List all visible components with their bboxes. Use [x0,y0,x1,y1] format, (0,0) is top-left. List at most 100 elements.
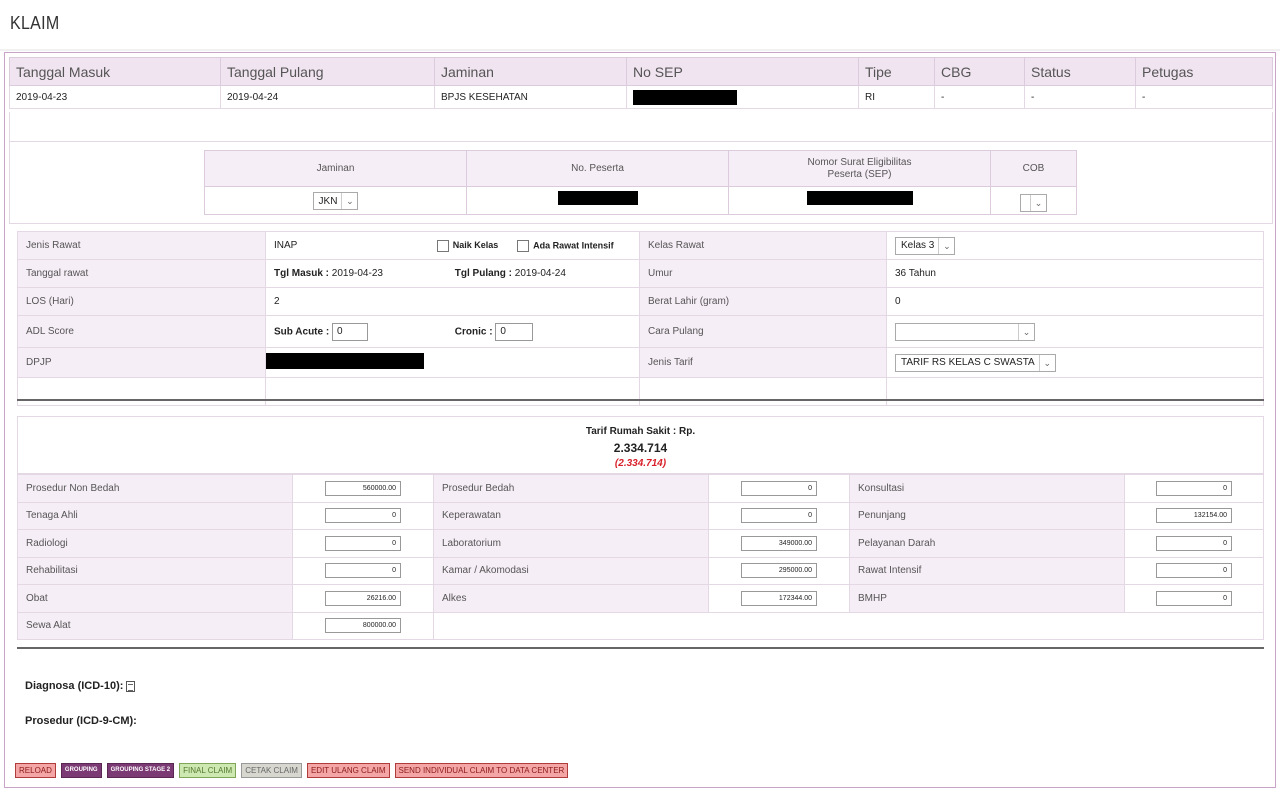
adl-score-cell: Sub Acute : 0 Cronic : 0 [265,315,640,348]
tarif-label: Rehabilitasi [17,556,293,585]
tarif-value-cell: 0 [1124,529,1264,558]
tgl-masuk-value: 2019-04-23 [331,268,383,279]
no-peserta-cell [466,186,729,215]
rawat-intensif-checkbox[interactable] [517,239,530,252]
final-claim-button[interactable]: FINAL CLAIM [179,763,237,778]
chevron-down-icon: ⌄ [1038,354,1055,371]
tarif-label: Laboratorium [433,529,709,558]
tarif-label: Rawat Intensif [849,556,1125,585]
tarif-row: Tenaga Ahli 0 Keperawatan 0 Penunjang 13… [17,501,1264,530]
reload-button[interactable]: RELOAD [15,763,56,778]
col-tipe: Tipe [858,57,935,86]
grouping-stage2-button[interactable]: GROUPING STAGE 2 [106,763,175,778]
prosedur-icd9-label: Prosedur (ICD-9-CM): [25,715,137,727]
tgl-pulang-label: Tgl Pulang : [454,268,512,279]
tarif-input[interactable]: 0 [741,508,817,524]
umur-value: 36 Tahun [886,259,1264,288]
tarif-input[interactable]: 26216.00 [325,590,401,606]
tarif-input[interactable]: 172344.00 [741,590,817,606]
tarif-input[interactable]: 295000.00 [741,563,817,579]
tarif-input[interactable]: 0 [325,535,401,551]
cob-select[interactable]: ⌄ [1020,193,1047,212]
berat-lahir-value: 0 [886,287,1264,316]
cob-cell: ⌄ [990,186,1077,215]
col-tanggal-pulang: Tanggal Pulang [220,57,435,86]
tarif-value-cell: 0 [708,474,850,503]
tarif-input[interactable]: 0 [325,563,401,579]
tarif-total: 2.334.714 [613,441,668,455]
tarif-value-cell: 0 [292,501,434,530]
tarif-value-cell: 0 [1124,584,1264,613]
tarif-value-cell: 0 [708,501,850,530]
cara-pulang-select[interactable]: ⌄ [895,322,1035,341]
redacted-dpjp [266,353,424,369]
jenis-tarif-cell: TARIF RS KELAS C SWASTA ⌄ [886,347,1264,378]
sep-cell [728,186,991,215]
tarif-input[interactable]: 800000.00 [325,618,401,634]
jenis-tarif-select[interactable]: TARIF RS KELAS C SWASTA ⌄ [895,353,1056,372]
col-tanggal-masuk: Tanggal Masuk [9,57,221,86]
cell-no-sep [626,85,859,109]
jaminan-table: Jaminan No. Peserta Nomor Surat Eligibil… [204,150,1077,215]
empty-cell [886,377,1264,406]
dpjp-cell [265,347,640,378]
sep-header: Nomor Surat Eligibilitas Peserta (SEP) [728,150,991,187]
tarif-input[interactable]: 560000.00 [325,480,401,496]
kelas-rawat-select[interactable]: Kelas 3 ⌄ [895,236,956,255]
jaminan-select[interactable]: JKN ⌄ [312,192,359,211]
tarif-value-cell: 0 [292,529,434,558]
tarif-value-cell: 132154.00 [1124,501,1264,530]
tarif-input[interactable]: 0 [1156,590,1232,606]
jenis-rawat-cell: INAP Naik Kelas Ada Rawat Intensif [265,231,640,260]
cetak-claim-button[interactable]: CETAK CLAIM [241,763,302,778]
sub-acute-input[interactable]: 0 [331,322,368,341]
naik-kelas-checkbox[interactable] [436,239,449,252]
cara-pulang-cell: ⌄ [886,315,1264,348]
divider [17,399,1264,401]
tarif-label: Prosedur Bedah [433,474,709,503]
tarif-input[interactable]: 0 [325,508,401,524]
berat-lahir-label: Berat Lahir (gram) [639,287,887,316]
jenis-tarif-value: TARIF RS KELAS C SWASTA [901,357,1035,368]
tarif-input[interactable]: 0 [1156,480,1232,496]
tarif-value-cell: 800000.00 [292,611,434,640]
document-icon[interactable] [126,680,136,692]
grouping-button[interactable]: GROUPING [60,763,102,778]
tarif-value-cell: 0 [1124,556,1264,585]
send-claim-button[interactable]: SEND INDIVIDUAL CLAIM TO DATA CENTER [394,763,569,778]
tarif-input[interactable]: 0 [741,480,817,496]
tarif-label: Prosedur Non Bedah [17,474,293,503]
empty-cell [639,377,887,406]
jaminan-select-value: JKN [318,195,338,207]
action-buttons: RELOAD GROUPING GROUPING STAGE 2 FINAL C… [15,763,569,778]
redacted-no-sep [633,89,737,105]
divider [17,647,1264,649]
jenis-rawat-value: INAP [274,239,298,251]
detail-table: Jenis Rawat INAP Naik Kelas Ada Rawat In… [17,231,1264,406]
jenis-rawat-label: Jenis Rawat [17,231,266,260]
chevron-down-icon: ⌄ [1018,323,1034,340]
tarif-input[interactable]: 0 [1156,535,1232,551]
chevron-down-icon: ⌄ [1030,194,1046,211]
empty-cell [17,377,266,406]
redacted-sep [806,191,913,205]
tarif-label: Alkes [433,584,709,613]
col-status: Status [1024,57,1136,86]
table-row: 2019-04-23 2019-04-24 BPJS KESEHATAN RI … [9,85,1273,109]
tarif-input[interactable]: 349000.00 [741,535,817,551]
tarif-label: Obat [17,584,293,613]
tarif-input[interactable]: 0 [1156,563,1232,579]
tarif-label: Keperawatan [433,501,709,530]
tarif-label: Kamar / Akomodasi [433,556,709,585]
empty-cell [433,611,1264,640]
tarif-label: Pelayanan Darah [849,529,1125,558]
umur-label: Umur [639,259,887,288]
tarif-label: Konsultasi [849,474,1125,503]
tarif-input[interactable]: 132154.00 [1156,508,1232,524]
tarif-row: Radiologi 0 Laboratorium 349000.00 Pelay… [17,529,1264,558]
edit-ulang-claim-button[interactable]: EDIT ULANG CLAIM [306,763,390,778]
jenis-tarif-label: Jenis Tarif [639,347,887,378]
no-peserta-header: No. Peserta [466,150,729,187]
cell-cbg: - [934,85,1025,109]
cronic-input[interactable]: 0 [495,322,534,341]
